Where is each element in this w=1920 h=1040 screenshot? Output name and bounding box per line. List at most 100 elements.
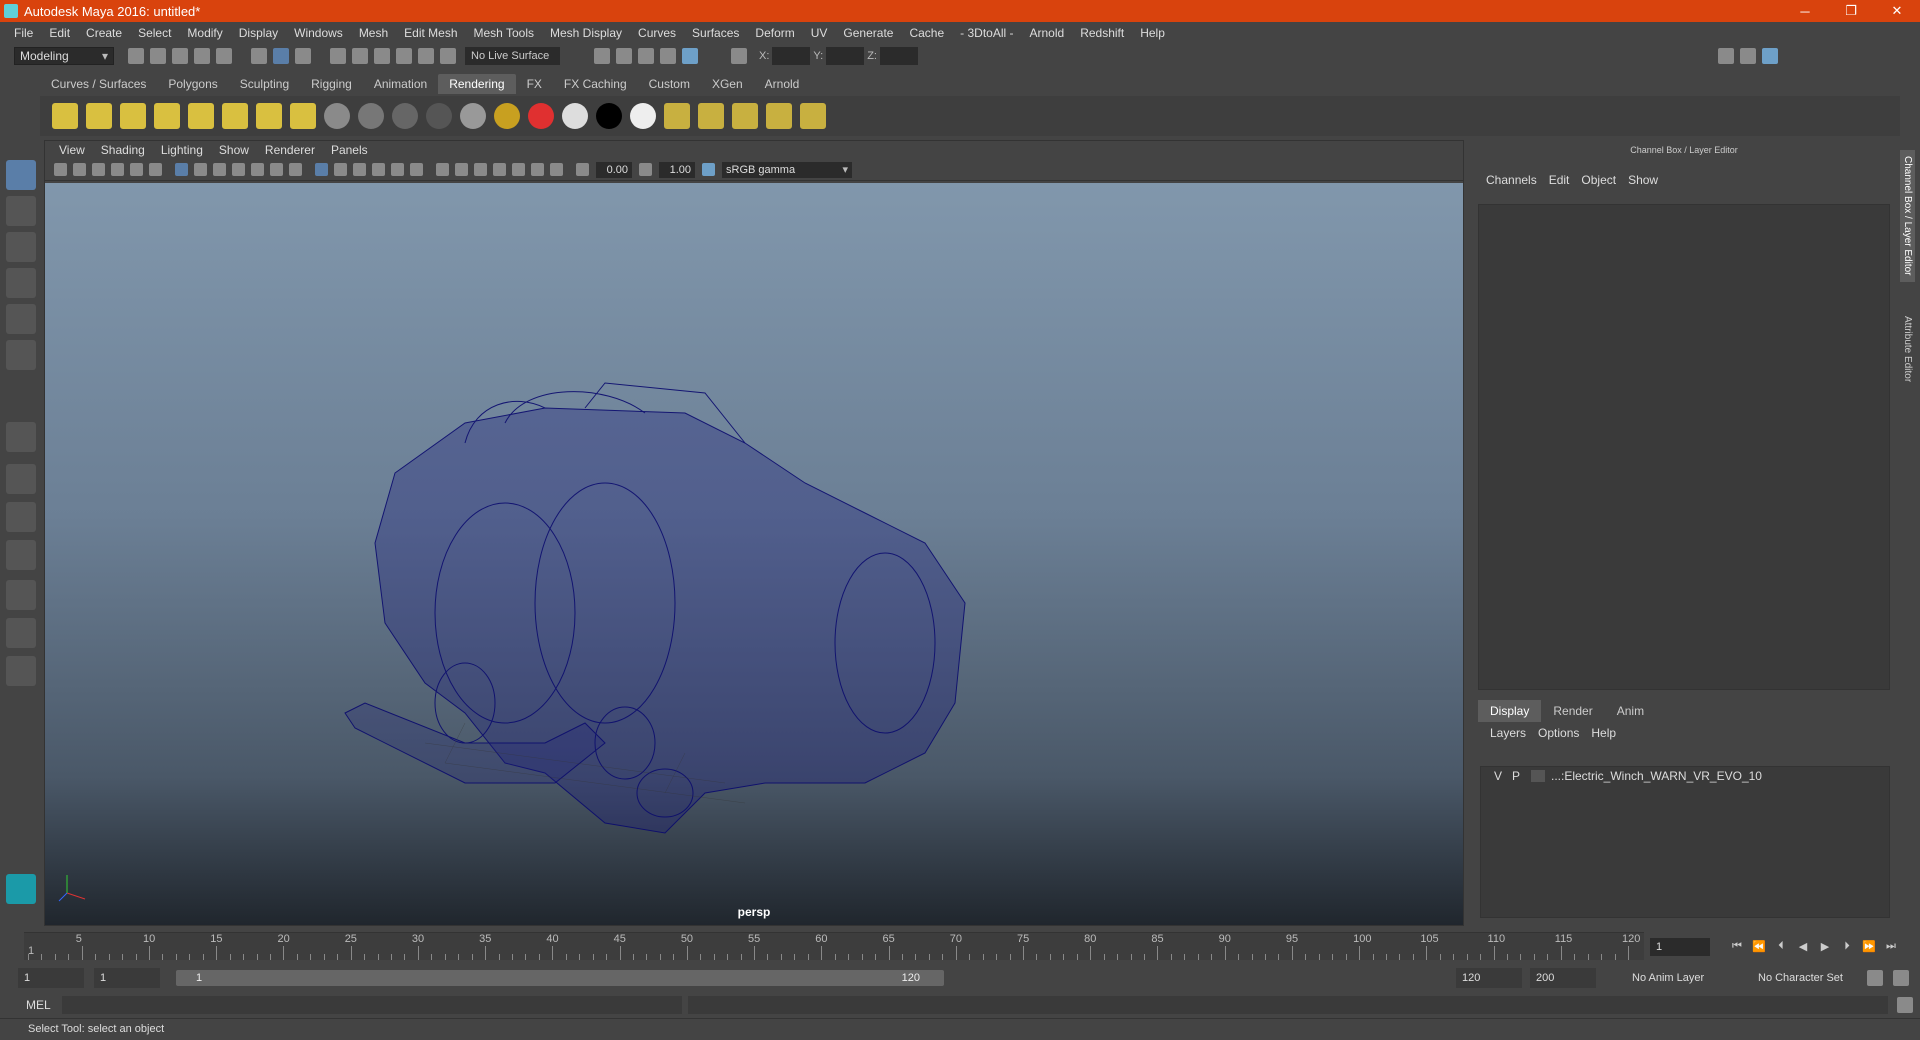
menu-12[interactable]: Surfaces bbox=[684, 26, 747, 40]
anisotropic-sphere-icon[interactable] bbox=[460, 103, 486, 129]
snap-view-icon[interactable] bbox=[396, 48, 412, 64]
menu-7[interactable]: Mesh bbox=[351, 26, 396, 40]
panel-menu-3[interactable]: Show bbox=[211, 143, 257, 157]
wireframe-icon[interactable] bbox=[315, 163, 328, 176]
view-transform-dropdown[interactable]: sRGB gamma bbox=[722, 161, 852, 178]
panel-menu-5[interactable]: Panels bbox=[323, 143, 376, 157]
step-back-key-icon[interactable]: ⏴ bbox=[1774, 940, 1788, 954]
surface-shader-icon[interactable] bbox=[562, 103, 588, 129]
two-d-pan-icon[interactable] bbox=[130, 163, 143, 176]
menu-0[interactable]: File bbox=[6, 26, 41, 40]
four-view-layout-icon[interactable] bbox=[6, 464, 36, 494]
anim-layer-dropdown[interactable]: No Anim Layer bbox=[1626, 968, 1736, 988]
menu-11[interactable]: Curves bbox=[630, 26, 684, 40]
menu-18[interactable]: Arnold bbox=[1022, 26, 1073, 40]
step-forward-frame-icon[interactable]: ⏩ bbox=[1862, 940, 1876, 954]
menu-20[interactable]: Help bbox=[1132, 26, 1173, 40]
layer-row[interactable]: V P ...:Electric_Winch_WARN_VR_EVO_10 bbox=[1481, 767, 1889, 785]
select-tool-icon[interactable] bbox=[6, 160, 36, 190]
xray-icon[interactable] bbox=[512, 163, 525, 176]
menu-19[interactable]: Redshift bbox=[1072, 26, 1132, 40]
panel-menu-4[interactable]: Renderer bbox=[257, 143, 323, 157]
persp-outliner-layout-icon[interactable] bbox=[6, 580, 36, 610]
layer-tab-1[interactable]: Render bbox=[1541, 700, 1604, 722]
more-layouts-icon[interactable] bbox=[6, 656, 36, 686]
xray-components-icon[interactable] bbox=[550, 163, 563, 176]
shelf-tab-10[interactable]: Arnold bbox=[754, 74, 811, 94]
isolate-select-icon[interactable] bbox=[493, 163, 506, 176]
camera-attributes-icon[interactable] bbox=[73, 163, 86, 176]
tab-attribute-editor[interactable]: Attribute Editor bbox=[1900, 310, 1915, 388]
lasso-tool-icon[interactable] bbox=[6, 196, 36, 226]
playback-end-field[interactable]: 120 bbox=[1456, 968, 1522, 988]
select-object-icon[interactable] bbox=[273, 48, 289, 64]
channel-menu-2[interactable]: Object bbox=[1575, 173, 1622, 187]
step-forward-key-icon[interactable]: ⏵ bbox=[1840, 940, 1854, 954]
phong-sphere-icon[interactable] bbox=[392, 103, 418, 129]
gate-mask-icon[interactable] bbox=[232, 163, 245, 176]
paint-select-tool-icon[interactable] bbox=[6, 232, 36, 262]
shelf-tab-2[interactable]: Sculpting bbox=[229, 74, 300, 94]
gamma-field[interactable]: 1.00 bbox=[659, 161, 695, 178]
viewport-3d[interactable]: persp bbox=[45, 183, 1463, 925]
panel-menu-1[interactable]: Shading bbox=[93, 143, 153, 157]
grid-icon[interactable] bbox=[175, 163, 188, 176]
color-management-icon[interactable] bbox=[702, 163, 715, 176]
ipr-render-icon[interactable] bbox=[638, 48, 654, 64]
menu-16[interactable]: Cache bbox=[901, 26, 952, 40]
film-gate-icon[interactable] bbox=[194, 163, 207, 176]
phonge-sphere-icon[interactable] bbox=[426, 103, 452, 129]
go-to-end-icon[interactable]: ⏭ bbox=[1884, 940, 1898, 954]
menu-1[interactable]: Edit bbox=[41, 26, 78, 40]
menu-9[interactable]: Mesh Tools bbox=[466, 26, 542, 40]
motion-blur-icon[interactable] bbox=[455, 163, 468, 176]
current-frame-field[interactable]: 1 bbox=[1650, 938, 1710, 956]
layer-visibility-toggle[interactable]: V bbox=[1489, 769, 1507, 783]
ipr-shelf-icon[interactable] bbox=[732, 103, 758, 129]
layer-playback-toggle[interactable]: P bbox=[1507, 769, 1525, 783]
menu-5[interactable]: Display bbox=[231, 26, 286, 40]
render-current-icon[interactable] bbox=[698, 103, 724, 129]
shelf-tab-3[interactable]: Rigging bbox=[300, 74, 363, 94]
menu-17[interactable]: - 3DtoAll - bbox=[952, 26, 1021, 40]
shelf-tab-9[interactable]: XGen bbox=[701, 74, 754, 94]
scale-tool-icon[interactable] bbox=[6, 340, 36, 370]
minimize-button[interactable]: ─ bbox=[1782, 0, 1828, 22]
command-language-label[interactable]: MEL bbox=[26, 998, 51, 1012]
menu-8[interactable]: Edit Mesh bbox=[396, 26, 465, 40]
shelf-tab-5[interactable]: Rendering bbox=[438, 74, 516, 94]
safe-action-icon[interactable] bbox=[270, 163, 283, 176]
menu-14[interactable]: UV bbox=[803, 26, 836, 40]
screen-space-ao-icon[interactable] bbox=[436, 163, 449, 176]
undo-icon[interactable] bbox=[194, 48, 210, 64]
time-slider-bar[interactable]: 1 5 10 15 20 25 30 35 40 45 50 55 60 65 70 75 80 85 90 95 1… bbox=[24, 932, 1644, 960]
hypershade-icon[interactable] bbox=[682, 48, 698, 64]
menu-set-selector[interactable]: Modeling bbox=[14, 47, 114, 65]
layer-tab-0[interactable]: Display bbox=[1478, 700, 1542, 722]
snap-curve-icon[interactable] bbox=[352, 48, 368, 64]
make-live-icon[interactable] bbox=[440, 48, 456, 64]
menu-10[interactable]: Mesh Display bbox=[542, 26, 630, 40]
white-shader-icon[interactable] bbox=[630, 103, 656, 129]
play-backwards-icon[interactable]: ◀ bbox=[1796, 940, 1810, 954]
render-settings-icon[interactable] bbox=[660, 48, 676, 64]
point-light-icon[interactable] bbox=[120, 103, 146, 129]
render-frame-icon[interactable] bbox=[616, 48, 632, 64]
play-forwards-icon[interactable]: ▶ bbox=[1818, 940, 1832, 954]
open-scene-icon[interactable] bbox=[150, 48, 166, 64]
shadows-icon[interactable] bbox=[410, 163, 423, 176]
layer-menu-2[interactable]: Help bbox=[1585, 726, 1622, 740]
bookmarks-icon[interactable] bbox=[92, 163, 105, 176]
smooth-shade-icon[interactable] bbox=[334, 163, 347, 176]
blinn-sphere-icon[interactable] bbox=[324, 103, 350, 129]
select-camera-icon[interactable] bbox=[54, 163, 67, 176]
shelf-tab-0[interactable]: Curves / Surfaces bbox=[40, 74, 157, 94]
directional-light-icon[interactable] bbox=[86, 103, 112, 129]
tab-channel-box[interactable]: Channel Box / Layer Editor bbox=[1900, 150, 1915, 282]
render-view-icon[interactable] bbox=[594, 48, 610, 64]
field-chart-icon[interactable] bbox=[251, 163, 264, 176]
script-editor-icon[interactable] bbox=[1897, 997, 1913, 1013]
layered-shader-icon[interactable] bbox=[494, 103, 520, 129]
ambient-light-icon[interactable] bbox=[52, 103, 78, 129]
outliner-layout-icon[interactable] bbox=[6, 618, 36, 648]
